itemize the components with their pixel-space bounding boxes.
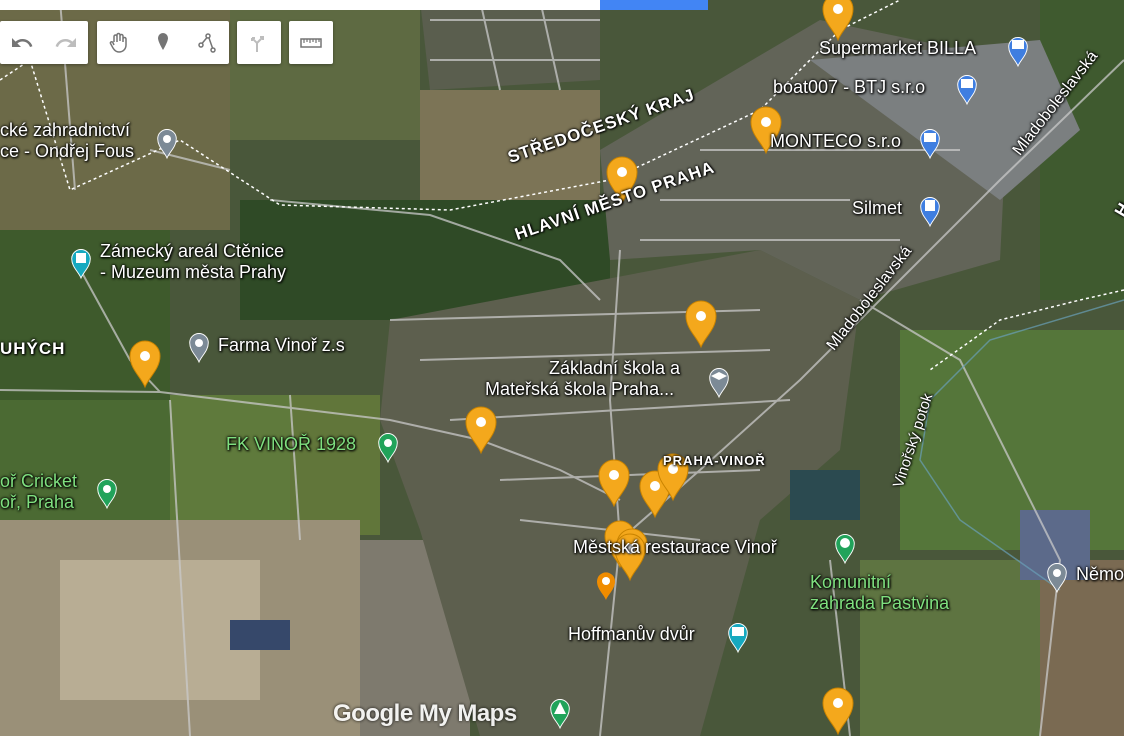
castle-icon	[76, 253, 86, 263]
field-area	[290, 395, 380, 535]
field-area	[1040, 560, 1124, 736]
draw-toolbar	[97, 21, 229, 64]
history-toolbar	[0, 21, 88, 64]
area-label: UHÝCH	[0, 339, 66, 358]
film-icon	[732, 627, 744, 636]
place-label[interactable]: FK VINOŘ 1928	[226, 434, 356, 455]
place-label[interactable]: - Muzeum města Prahy	[100, 262, 286, 283]
place-label[interactable]: Silmet	[852, 198, 902, 219]
bag-icon	[961, 79, 973, 88]
directions-button[interactable]	[237, 21, 281, 64]
pin-dot	[384, 439, 392, 447]
place-label[interactable]: zahrada Pastvina	[810, 593, 949, 614]
place-label[interactable]: Komunitní	[810, 572, 891, 593]
place-label[interactable]: oř Cricket	[0, 471, 77, 492]
pin-dot	[163, 135, 171, 143]
search-bar[interactable]	[0, 0, 600, 10]
ruler-icon	[300, 37, 322, 48]
pin-dot	[103, 485, 111, 493]
place-label[interactable]: MONTECO s.r.o	[770, 131, 901, 152]
place-label[interactable]: boat007 - BTJ s.r.o	[773, 77, 925, 98]
pin-dot	[476, 417, 486, 427]
cart-icon	[1012, 40, 1024, 49]
draw-line-button[interactable]	[185, 21, 229, 64]
place-label[interactable]: Zámecký areál Ctěnice	[100, 241, 284, 262]
place-label[interactable]: Němo	[1076, 564, 1124, 585]
flower-icon	[840, 538, 850, 548]
marker-icon	[158, 32, 168, 50]
place-label[interactable]: Farma Vinoř z.s	[218, 335, 345, 356]
google-my-maps-logo: Google My Maps	[333, 700, 517, 727]
place-label[interactable]: Supermarket BILLA	[819, 38, 976, 59]
fuel-icon	[925, 200, 935, 211]
place-label[interactable]: Hoffmanův dvůr	[568, 624, 695, 645]
pin-dot	[833, 698, 843, 708]
pin-dot	[609, 470, 619, 480]
redo-icon	[55, 37, 76, 47]
bag-icon	[924, 133, 936, 142]
redo-button[interactable]	[44, 21, 88, 64]
pin-dot	[761, 117, 771, 127]
pond	[790, 470, 860, 520]
add-marker-button[interactable]	[141, 21, 185, 64]
place-label[interactable]: ce - Ondřej Fous	[0, 141, 134, 162]
pin-dot	[1053, 569, 1061, 577]
pin-dot	[650, 481, 660, 491]
directions-icon	[251, 35, 264, 52]
directions-toolbar	[237, 21, 281, 64]
pin-dot	[195, 339, 203, 347]
pin-dot	[833, 4, 843, 14]
pond	[230, 620, 290, 650]
place-label[interactable]: Městská restaurace Vinoř	[573, 537, 777, 558]
field-area	[170, 395, 290, 525]
place-label[interactable]: Mateřská škola Praha...	[485, 379, 674, 400]
undo-button[interactable]	[0, 21, 44, 64]
field-area	[900, 330, 1124, 550]
residential-area	[420, 0, 600, 90]
place-label[interactable]: cké zahradnictví	[0, 120, 130, 141]
undo-icon	[12, 37, 33, 47]
district-label: PRAHA-VINOŘ	[663, 453, 766, 468]
pin-dot	[617, 167, 627, 177]
hand-icon	[109, 32, 127, 53]
draw-line-icon	[198, 32, 216, 53]
measure-button[interactable]	[289, 21, 333, 64]
place-label[interactable]: oř, Praha	[0, 492, 74, 513]
search-button[interactable]	[600, 0, 708, 10]
measure-toolbar	[289, 21, 333, 64]
place-label[interactable]: Základní škola a	[549, 358, 680, 379]
pan-tool-button[interactable]	[97, 21, 141, 64]
pin-dot	[140, 351, 150, 361]
pin-dot	[696, 311, 706, 321]
